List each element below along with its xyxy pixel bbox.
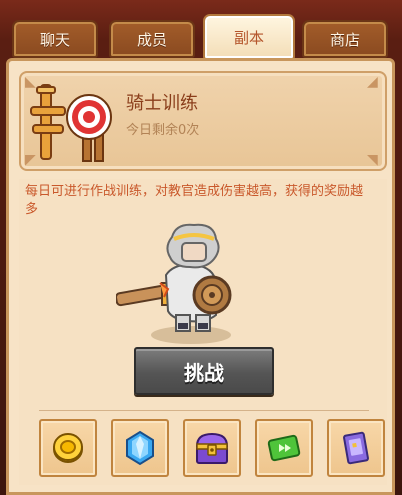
game-window: 聊天 成员 商店 副本 ◣ ◢ ◤ ◥ 骑士训练 今日剩余0次 每日可进行作战训…: [0, 0, 402, 495]
reward-slot-treasure-chest[interactable]: [183, 419, 241, 477]
gold-coin-icon: [53, 433, 83, 463]
reward-slot-blue-gem[interactable]: [111, 419, 169, 477]
treasure-chest-icon: [195, 432, 229, 464]
reward-list: [39, 419, 394, 479]
tab-bar: 聊天 成员 商店 副本: [10, 12, 396, 62]
tab-label: 商店: [329, 30, 360, 49]
tab-members[interactable]: 成员: [109, 20, 195, 58]
tab-chat[interactable]: 聊天: [12, 20, 98, 58]
tab-label: 聊天: [39, 30, 70, 49]
corner-ornament: ◢: [367, 74, 378, 90]
blue-gem-icon: [126, 430, 154, 466]
challenge-button[interactable]: 挑战: [134, 347, 274, 395]
training-target-icon: [30, 84, 112, 162]
purple-card-icon: [343, 431, 369, 465]
knight-instructor-character: [116, 223, 232, 344]
reward-slot-gold-coin[interactable]: [39, 419, 97, 477]
challenge-button-label: 挑战: [184, 360, 224, 385]
dungeon-panel: ◣ ◢ ◤ ◥ 骑士训练 今日剩余0次 每日可进行作战训练，对教官造成伤害越高，…: [6, 58, 395, 495]
dungeon-title: 骑士训练: [126, 93, 198, 114]
reward-slot-purple-card[interactable]: [327, 419, 385, 477]
divider: [39, 410, 369, 411]
corner-ornament: ◥: [367, 152, 378, 168]
dungeon-header-card[interactable]: ◣ ◢ ◤ ◥ 骑士训练 今日剩余0次: [19, 71, 387, 171]
tab-label: 成员: [136, 30, 167, 49]
tab-label: 副本: [233, 28, 264, 47]
remaining-attempts: 今日剩余0次: [126, 123, 200, 138]
reward-slot-green-ticket[interactable]: [255, 419, 313, 477]
dungeon-description: 每日可进行作战训练，对教官造成伤害越高，获得的奖励越多: [25, 184, 364, 217]
green-ticket-icon: [267, 434, 301, 462]
tab-dungeon[interactable]: 副本: [203, 14, 295, 60]
tab-shop[interactable]: 商店: [302, 20, 388, 58]
